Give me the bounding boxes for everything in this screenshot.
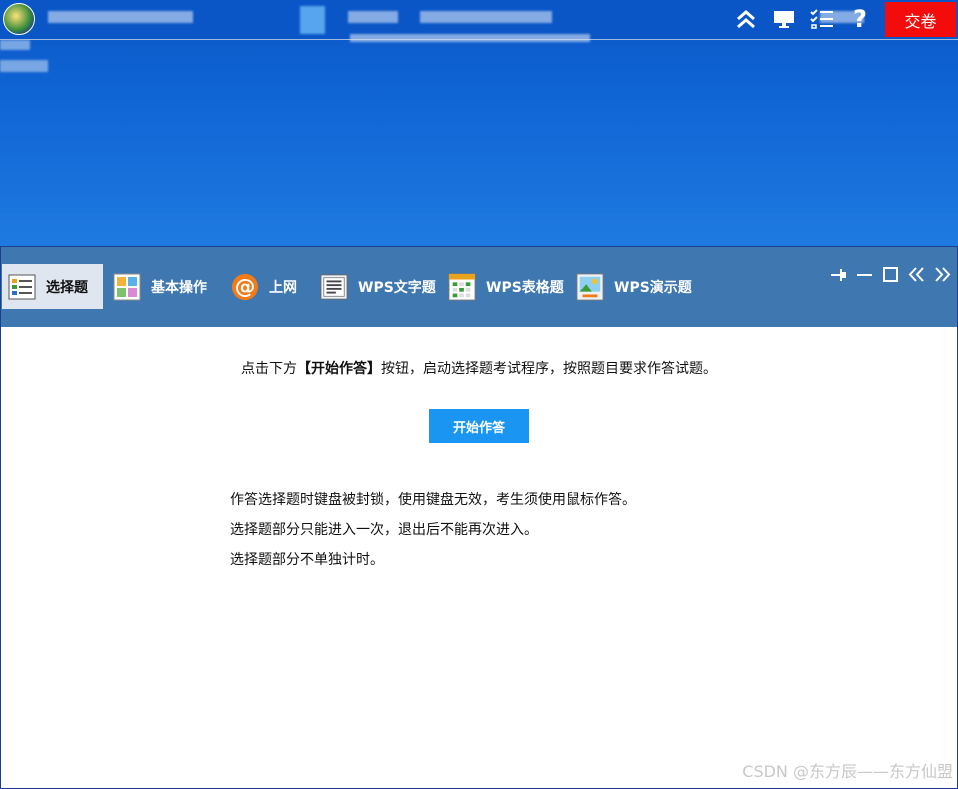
tab-wps-sheet[interactable]: WPS表格题 [442,264,570,309]
instruction-bold: 【开始作答】 [297,361,381,377]
question-type-tabbar: 选择题 基本操作 @ 上网 WPS文字题 WPS表格题 WPS演示题 [1,247,957,327]
exam-logo [3,3,35,35]
blurred-exam-subinfo [350,34,590,42]
blurred-desktop-icon [0,60,48,72]
blurred-candidate-info [48,11,193,23]
tab-label: 基本操作 [151,279,207,296]
start-answer-button[interactable]: 开始作答 [429,409,529,443]
blurred-exam-info [420,11,552,23]
collapse-left-icon[interactable] [908,266,925,283]
tab-internet[interactable]: @ 上网 [225,264,303,309]
svg-text:@: @ [235,274,256,298]
internet-at-icon: @ [231,273,259,301]
pin-icon[interactable] [830,266,847,283]
exam-top-bar: ? 交卷 [0,0,958,42]
window-controls [830,266,951,283]
choice-question-icon [8,273,36,301]
tab-label: WPS演示题 [614,279,692,296]
exam-window: 选择题 基本操作 @ 上网 WPS文字题 WPS表格题 WPS演示题 点击下方【… [0,246,958,789]
tab-label: WPS文字题 [358,279,436,296]
help-icon[interactable]: ? [847,5,873,33]
wps-writer-icon [320,273,348,301]
note-item: 选择题部分只能进入一次，退出后不能再次进入。 [230,522,538,538]
note-item: 作答选择题时键盘被封锁，使用键盘无效，考生须使用鼠标作答。 [230,492,636,508]
expand-right-icon[interactable] [934,266,951,283]
wps-presentation-icon [576,272,604,301]
watermark: CSDN @东方辰——东方仙盟 [742,762,953,781]
note-item: 选择题部分不单独计时。 [230,552,384,568]
maximize-icon[interactable] [882,266,899,283]
tab-wps-writer[interactable]: WPS文字题 [314,264,442,309]
checklist-icon[interactable] [809,6,835,32]
minimize-icon[interactable] [856,266,873,283]
tab-basic-ops[interactable]: 基本操作 [107,264,213,309]
blurred-exam-name [348,11,398,23]
submit-exam-button[interactable]: 交卷 [885,2,956,37]
notes-list: 作答选择题时键盘被封锁，使用键盘无效，考生须使用鼠标作答。 选择题部分只能进入一… [230,485,636,575]
instruction-suffix: 按钮，启动选择题考试程序，按照题目要求作答试题。 [381,361,717,377]
blurred-desktop-icon [0,40,30,50]
start-instruction: 点击下方【开始作答】按钮，启动选择题考试程序，按照题目要求作答试题。 [1,358,957,378]
basic-ops-icon [113,273,141,301]
monitor-icon[interactable] [771,6,797,32]
tab-choice[interactable]: 选择题 [2,264,103,309]
tab-label: 选择题 [46,279,88,296]
top-toolbar: ? [733,5,873,33]
blurred-info-block [300,6,325,34]
wps-sheet-icon [448,272,476,301]
instruction-prefix: 点击下方 [241,361,297,377]
tab-label: WPS表格题 [486,279,564,296]
tab-wps-presentation[interactable]: WPS演示题 [570,264,698,309]
help-label: ? [853,5,867,33]
double-chevron-up-icon[interactable] [733,6,759,32]
tab-label: 上网 [269,279,297,296]
